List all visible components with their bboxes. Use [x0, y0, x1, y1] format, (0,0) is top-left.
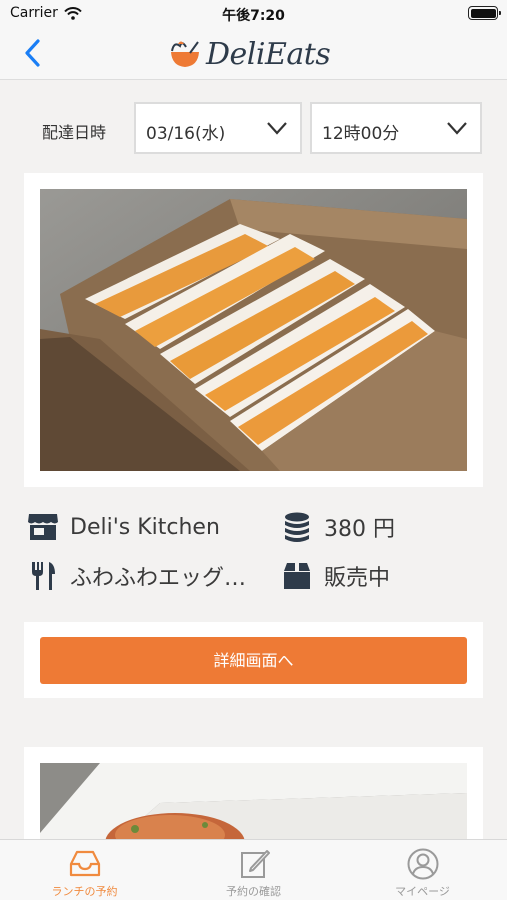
inbox-icon — [69, 850, 101, 877]
shop-name: Deli's Kitchen — [70, 514, 220, 540]
egg-sandwich-photo — [40, 189, 467, 471]
date-select-value: 03/16(水) — [146, 124, 226, 144]
product-info: ふわふわエッグサンド — [26, 556, 268, 596]
time-select-value: 12時00分 — [322, 124, 400, 144]
tab-label: 予約の確認 — [226, 885, 281, 898]
store-icon — [26, 510, 60, 544]
status-bar: Carrier 午後7:20 — [0, 0, 507, 26]
product-name: ふわふわエッグサンド — [70, 566, 268, 591]
shop-info: Deli's Kitchen — [26, 507, 220, 547]
sale-status: 販売中 — [324, 566, 391, 591]
price-label: 380 円 — [324, 517, 395, 542]
edit-icon — [241, 850, 270, 878]
date-select[interactable]: 03/16(水) — [134, 102, 302, 154]
delivery-label: 配達日時 — [42, 123, 107, 142]
battery-icon — [468, 6, 501, 20]
coins-icon — [280, 510, 314, 544]
status-info: 販売中 — [280, 556, 390, 596]
navigation-bar: DeliEats — [0, 26, 507, 80]
chevron-down-icon — [447, 122, 467, 135]
user-icon — [407, 848, 439, 880]
tab-label: マイページ — [395, 885, 450, 898]
tab-my-page[interactable]: マイページ — [338, 840, 507, 900]
box-icon — [280, 559, 314, 593]
chevron-left-icon — [25, 39, 40, 67]
time-select[interactable]: 12時00分 — [310, 102, 482, 154]
info-row-product-status: ふわふわエッグサンド 販売中 — [0, 556, 507, 596]
detail-button-card: 詳細画面へ — [24, 622, 483, 698]
logo-text: DeliEats — [206, 36, 331, 72]
view-details-button[interactable]: 詳細画面へ — [40, 637, 467, 684]
tab-lunch-reservation[interactable]: ランチの予約 — [0, 840, 169, 900]
fork-knife-icon — [26, 559, 60, 593]
tab-reservation-check[interactable]: 予約の確認 — [169, 840, 338, 900]
delivery-datetime-row: 配達日時 03/16(水) 12時00分 — [0, 102, 507, 154]
bowl-logo-icon — [171, 41, 199, 67]
product-photo-card[interactable] — [24, 173, 483, 487]
tab-bar: ランチの予約 予約の確認 マイページ — [0, 839, 507, 900]
back-button[interactable] — [18, 38, 48, 68]
info-row-shop-price: Deli's Kitchen 380 円 — [0, 507, 507, 547]
status-time: 午後7:20 — [222, 8, 285, 24]
tab-label: ランチの予約 — [51, 885, 118, 898]
chevron-down-icon — [267, 122, 287, 135]
app-logo: DeliEats — [168, 32, 331, 76]
price-info: 380 円 — [280, 507, 395, 547]
